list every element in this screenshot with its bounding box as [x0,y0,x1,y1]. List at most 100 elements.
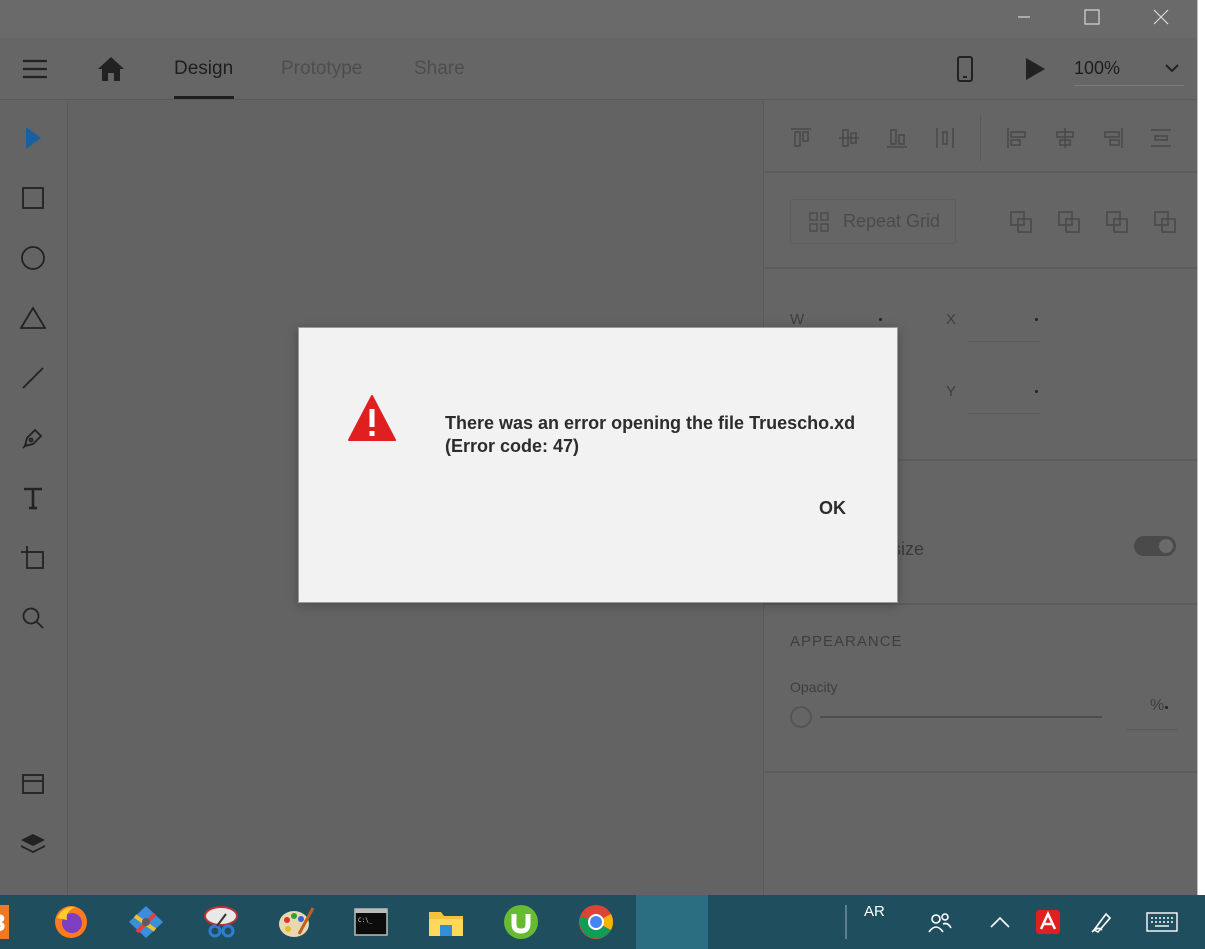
taskbar-firefox[interactable] [41,895,101,949]
home-button[interactable] [96,54,126,84]
repeat-grid-button[interactable]: Repeat Grid [790,199,956,244]
pen-tool[interactable] [18,423,48,453]
text-tool[interactable] [18,483,48,513]
layers-panel-button[interactable] [18,829,48,859]
pen-workspace-button[interactable] [1072,895,1132,949]
align-left-icon [1007,128,1026,148]
align-right-icon [1104,128,1123,148]
tray-antivirus[interactable] [1018,895,1078,949]
taskbar-terminal[interactable]: C:\_ [341,895,401,949]
device-preview-button[interactable] [952,54,978,84]
paint-icon [279,907,315,937]
boolean-subtract-icon [1058,211,1080,233]
opacity-slider-track[interactable] [820,716,1102,718]
minimize-icon [1018,16,1030,18]
y-input[interactable] [969,413,1041,414]
boolean-exclude-button[interactable] [1152,209,1178,235]
chrome-icon [579,905,613,939]
align-bottom-button[interactable] [884,125,910,151]
align-left-button[interactable] [1004,125,1030,151]
error-dialog: There was an error opening the file True… [298,327,898,603]
taskbar-paint[interactable] [266,895,326,949]
firefox-icon [55,906,87,938]
assets-panel-button[interactable] [18,769,48,799]
tool-bar [0,101,68,895]
taskbar-chrome[interactable] [566,895,626,949]
distribute-vertical-button[interactable] [1148,125,1174,151]
select-tool[interactable] [18,123,48,153]
distribute-horizontal-button[interactable] [932,125,958,151]
width-label: W [790,311,805,328]
zoom-dropdown[interactable] [1162,58,1182,78]
boolean-intersect-button[interactable] [1104,209,1130,235]
panel-divider [980,115,981,161]
minimize-button[interactable] [1001,0,1047,34]
file-explorer-icon [429,912,463,936]
warning-icon [348,395,396,441]
align-top-icon [791,128,811,147]
hamburger-icon [23,59,47,79]
tab-prototype[interactable]: Prototype [281,58,362,80]
align-right-button[interactable] [1100,125,1126,151]
align-top-button[interactable] [788,125,814,151]
opacity-unit: % [1150,697,1165,714]
ok-button[interactable]: OK [819,498,846,519]
x-input[interactable] [969,341,1041,342]
polygon-tool[interactable] [18,303,48,333]
antivirus-icon [1036,910,1060,934]
tab-share[interactable]: Share [414,58,465,80]
touch-keyboard-button[interactable] [1132,895,1192,949]
appearance-section: APPEARANCE Opacity % [764,605,1198,773]
ellipse-tool[interactable] [18,243,48,273]
play-preview-button[interactable] [1020,54,1050,84]
boolean-subtract-button[interactable] [1056,209,1082,235]
align-center-icon [1056,128,1074,148]
rectangle-tool[interactable] [18,183,48,213]
boolean-add-icon [1010,211,1032,233]
grid-icon [809,211,829,232]
people-button[interactable] [910,895,970,949]
app-3-icon: 3 [0,905,9,939]
home-icon [98,57,124,81]
app-header: Design Prototype Share 100% [0,38,1197,100]
tab-design[interactable]: Design [174,58,233,80]
distribute-vertical-icon [1151,129,1171,147]
window-edge [1197,0,1205,895]
responsive-resize-toggle[interactable] [1134,536,1176,556]
keyboard-icon [1146,912,1178,932]
repeat-grid-label: Repeat Grid [843,211,941,231]
hamburger-menu-button[interactable] [20,54,50,84]
line-tool[interactable] [18,363,48,393]
triangle-icon [20,306,46,329]
boolean-exclude-icon [1154,211,1176,233]
title-bar [0,0,1197,38]
opacity-input[interactable] [1126,729,1178,730]
taskbar-app-3[interactable]: 3 [0,895,16,949]
snipping-icon [204,906,238,938]
tray-separator [845,905,847,939]
taskbar-active-app[interactable] [636,895,708,949]
close-icon [1153,9,1169,25]
align-center-button[interactable] [1052,125,1078,151]
zoom-tool[interactable] [18,603,48,633]
layers-icon [21,834,45,853]
taskbar-file-explorer[interactable] [416,895,476,949]
close-button[interactable] [1138,0,1184,34]
assets-icon [22,774,44,794]
boolean-add-button[interactable] [1008,209,1034,235]
zoom-level[interactable]: 100% [1074,58,1120,79]
opacity-slider-knob[interactable] [790,706,812,728]
rectangle-icon [22,187,44,209]
taskbar-snipping-tool[interactable] [191,895,251,949]
taskbar-utorrent[interactable] [491,895,551,949]
align-section [764,101,1198,173]
align-middle-button[interactable] [836,125,862,151]
input-language[interactable]: AR [864,903,885,920]
x-field-dot [1035,318,1038,321]
taskbar-gimp[interactable] [116,895,176,949]
repeat-grid-section: Repeat Grid [764,173,1198,269]
error-message-line2: (Error code: 47) [445,436,580,456]
artboard-tool[interactable] [18,543,48,573]
maximize-button[interactable] [1069,0,1115,34]
terminal-icon: C:\_ [354,908,388,936]
